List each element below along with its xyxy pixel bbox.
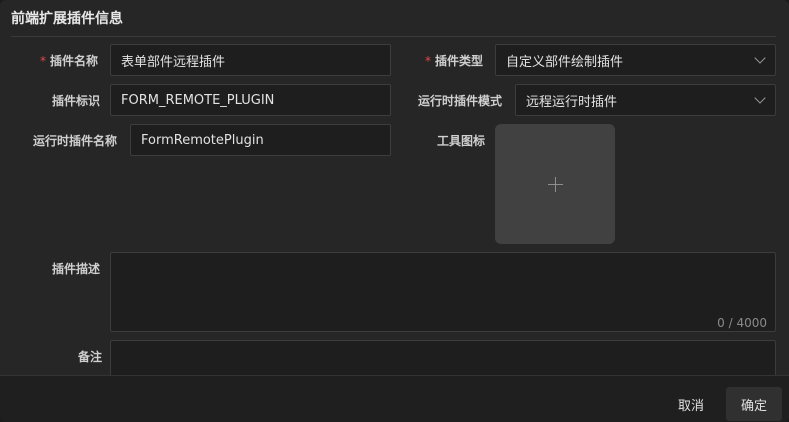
plugin-name-label-text: 插件名称 [50, 54, 99, 68]
plugin-name-input[interactable]: 表单部件远程插件 [110, 44, 391, 76]
confirm-button[interactable]: 确定 [726, 387, 782, 421]
plugin-name-value: 表单部件远程插件 [121, 54, 226, 70]
runtime-mode-value: 远程运行时插件 [526, 94, 618, 110]
plugin-type-label-text: 插件类型 [435, 54, 484, 68]
remark-label: 备注 [78, 350, 103, 364]
plugin-id-label: 插件标识 [52, 94, 101, 108]
runtime-mode-label: 运行时插件模式 [418, 94, 503, 108]
tool-icon-upload[interactable] [495, 124, 615, 244]
char-counter: 0 / 4000 [717, 316, 767, 330]
plugin-type-label: * 插件类型 [425, 52, 483, 69]
plugin-info-dialog: 前端扩展插件信息 * 插件名称 表单部件远程插件 * 插件类型 自定义部件绘制插件 … [0, 0, 789, 422]
plugin-name-label: * 插件名称 [40, 52, 98, 69]
plus-icon [547, 176, 563, 192]
remark-textarea[interactable] [110, 340, 776, 380]
runtime-name-input[interactable]: FormRemotePlugin [130, 124, 391, 156]
chevron-down-icon [754, 52, 766, 64]
plugin-id-input[interactable]: FORM_REMOTE_PLUGIN [110, 84, 391, 116]
required-asterisk: * [425, 54, 431, 68]
plugin-id-value: FORM_REMOTE_PLUGIN [121, 92, 275, 108]
tool-icon-label: 工具图标 [437, 134, 486, 148]
required-asterisk: * [40, 54, 46, 68]
runtime-name-label: 运行时插件名称 [33, 134, 118, 148]
description-textarea[interactable]: 0 / 4000 [110, 252, 776, 332]
plugin-type-value: 自定义部件绘制插件 [506, 54, 624, 70]
chevron-down-icon [754, 92, 766, 104]
cancel-button[interactable]: 取消 [664, 387, 718, 421]
title-divider [11, 36, 776, 37]
plugin-type-select[interactable]: 自定义部件绘制插件 [495, 44, 776, 76]
runtime-name-value: FormRemotePlugin [141, 132, 264, 148]
description-label: 插件描述 [52, 262, 101, 276]
runtime-mode-select[interactable]: 远程运行时插件 [515, 84, 776, 116]
dialog-title: 前端扩展插件信息 [11, 11, 123, 27]
